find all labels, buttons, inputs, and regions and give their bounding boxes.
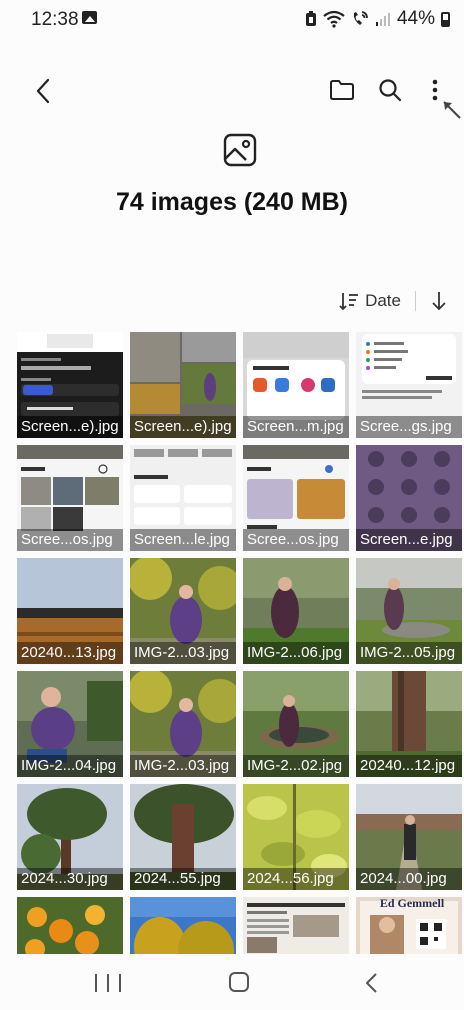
poster-text: Ed Gemmell — [379, 897, 445, 910]
top-toolbar — [0, 62, 464, 118]
pointer-arrow-icon — [443, 101, 461, 119]
image-thumbnail[interactable]: Ed Gemmell — [356, 897, 462, 954]
thumbnail-caption: 2024...56.jpg — [243, 868, 349, 890]
recents-icon-bar — [107, 974, 109, 992]
thumbnail-image — [17, 897, 123, 954]
image-thumbnail[interactable]: Screen...m.jpg — [243, 332, 349, 438]
more-vert-icon — [432, 79, 438, 101]
sort-icon — [339, 293, 359, 311]
image-thumbnail[interactable]: 20240...12.jpg — [356, 671, 462, 777]
image-grid: Screen...e).jpg Screen...e).jpg Screen..… — [17, 332, 463, 954]
image-thumbnail[interactable]: 2024...00.jpg — [356, 784, 462, 890]
thumbnail-caption: 2024...00.jpg — [356, 868, 462, 890]
sort-label: Date — [365, 291, 401, 310]
search-button[interactable] — [370, 70, 410, 110]
search-icon — [379, 79, 402, 102]
thumbnail-caption: IMG-2...03.jpg — [130, 755, 236, 777]
chevron-left-icon — [36, 78, 50, 104]
image-thumbnail[interactable]: 2024...30.jpg — [17, 784, 123, 890]
thumbnail-caption: Scree...os.jpg — [243, 529, 349, 551]
recents-button[interactable] — [95, 971, 121, 995]
recents-icon-bar — [119, 974, 121, 992]
image-thumbnail[interactable]: IMG-2...03.jpg — [130, 671, 236, 777]
thumbnail-caption: 20240...12.jpg — [356, 755, 462, 777]
thumbnail-caption: 20240...13.jpg — [17, 642, 123, 664]
image-thumbnail[interactable]: IMG-2...04.jpg — [17, 671, 123, 777]
battery-icon — [441, 11, 450, 27]
image-thumbnail[interactable]: Scree...os.jpg — [17, 445, 123, 551]
back-icon[interactable] — [362, 971, 382, 995]
home-button[interactable] — [229, 972, 249, 992]
image-thumbnail[interactable]: Screen...e).jpg — [130, 332, 236, 438]
sort-divider — [415, 291, 416, 311]
status-bar: 12:38 44% — [0, 0, 464, 38]
wifi-icon — [323, 10, 345, 28]
image-thumbnail[interactable]: IMG-2...02.jpg — [243, 671, 349, 777]
image-thumbnail[interactable]: IMG-2...05.jpg — [356, 558, 462, 664]
thumbnail-caption: Screen...m.jpg — [243, 416, 349, 438]
signal-icon — [375, 13, 390, 26]
image-thumbnail[interactable]: Screen...e).jpg — [17, 332, 123, 438]
recents-icon-bar — [95, 974, 97, 992]
thumbnail-caption: IMG-2...03.jpg — [130, 642, 236, 664]
folder-button[interactable] — [322, 70, 362, 110]
image-thumbnail[interactable]: 20240...13.jpg — [17, 558, 123, 664]
image-thumbnail[interactable]: Scree...gs.jpg — [356, 332, 462, 438]
battery-saver-icon — [305, 11, 316, 26]
thumbnail-caption: Screen...e).jpg — [130, 416, 236, 438]
sort-row: Date — [338, 286, 448, 316]
image-thumbnail[interactable]: Screen...le.jpg — [130, 445, 236, 551]
image-icon — [223, 133, 257, 167]
status-time: 12:38 — [31, 9, 79, 30]
wifi-calling-icon — [353, 11, 368, 25]
sort-by-button[interactable]: Date — [338, 290, 401, 312]
thumbnail-caption: Screen...e.jpg — [356, 529, 462, 551]
image-thumbnail[interactable] — [130, 897, 236, 954]
image-thumbnail[interactable]: Scree...os.jpg — [243, 445, 349, 551]
thumbnail-caption: IMG-2...04.jpg — [17, 755, 123, 777]
image-thumbnail[interactable]: IMG-2...06.jpg — [243, 558, 349, 664]
thumbnail-image — [243, 897, 349, 954]
folder-icon — [330, 80, 354, 100]
navigation-bar — [0, 955, 464, 1010]
thumbnail-caption: Scree...gs.jpg — [356, 416, 462, 438]
thumbnail-caption: Scree...os.jpg — [17, 529, 123, 551]
thumbnail-caption: IMG-2...05.jpg — [356, 642, 462, 664]
gallery-notification-icon — [82, 11, 97, 24]
thumbnail-image — [130, 897, 236, 954]
image-thumbnail[interactable]: 2024...56.jpg — [243, 784, 349, 890]
battery-percent: 44% — [396, 8, 435, 29]
image-thumbnail[interactable]: Screen...e.jpg — [356, 445, 462, 551]
image-thumbnail[interactable] — [243, 897, 349, 954]
thumbnail-caption: Screen...e).jpg — [17, 416, 123, 438]
thumbnail-caption: IMG-2...02.jpg — [243, 755, 349, 777]
page-title: 74 images (240 MB) — [115, 188, 349, 216]
thumbnail-caption: 2024...55.jpg — [130, 868, 236, 890]
thumbnail-caption: 2024...30.jpg — [17, 868, 123, 890]
arrow-down-icon[interactable] — [430, 290, 448, 312]
thumbnail-caption: IMG-2...06.jpg — [243, 642, 349, 664]
image-thumbnail[interactable]: 2024...55.jpg — [130, 784, 236, 890]
image-thumbnail[interactable]: IMG-2...03.jpg — [130, 558, 236, 664]
status-icons: 44% — [305, 8, 450, 30]
thumbnail-caption: Screen...le.jpg — [130, 529, 236, 551]
image-thumbnail[interactable] — [17, 897, 123, 954]
back-button[interactable] — [22, 70, 64, 112]
